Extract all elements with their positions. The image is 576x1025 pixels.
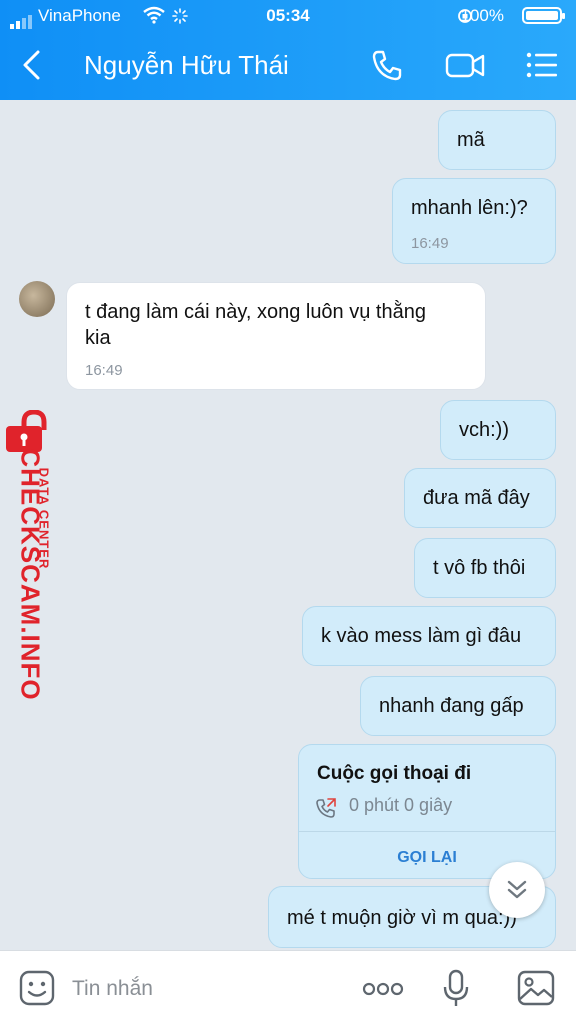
phone-call-button[interactable] (370, 48, 404, 82)
message-bubble[interactable]: đưa mã đây (404, 468, 556, 528)
message-list[interactable]: mã mhanh lên:)? 16:49 t đang làm cái này… (0, 100, 576, 950)
message-bubble[interactable]: vch:)) (440, 400, 556, 460)
microphone-button[interactable] (442, 969, 470, 1009)
battery-icon (522, 7, 565, 24)
avatar[interactable] (19, 281, 55, 317)
menu-list-button[interactable] (524, 48, 560, 82)
battery-percent: 100% (460, 6, 504, 25)
message-time: 16:49 (85, 362, 123, 379)
divider (299, 831, 555, 832)
image-gallery-button[interactable] (516, 969, 556, 1007)
status-bar: VinaPhone 05:34 100% (0, 0, 576, 32)
contact-name[interactable]: Nguyễn Hữu Thái (84, 50, 289, 81)
message-bubble[interactable]: nhanh đang gấp (360, 676, 556, 736)
call-card[interactable]: Cuộc gọi thoại đi 0 phút 0 giây GỌI LẠI (298, 744, 556, 879)
composer-bar: Tin nhắn (0, 950, 576, 1025)
watermark: CHECKSCAM.INFO DATA CENTER (2, 410, 72, 700)
call-title: Cuộc gọi thoại đi (317, 763, 472, 784)
more-options-button[interactable] (362, 981, 404, 997)
watermark-subtitle: DATA CENTER (36, 467, 52, 569)
message-bubble[interactable]: k vào mess làm gì đâu (302, 606, 556, 666)
outgoing-call-icon (316, 798, 336, 818)
message-bubble[interactable]: t vô fb thôi (414, 538, 556, 598)
video-call-button[interactable] (444, 48, 486, 82)
chevron-double-down-icon (507, 880, 527, 899)
message-input[interactable]: Tin nhắn (72, 977, 153, 1001)
scroll-to-bottom-button[interactable] (489, 862, 545, 918)
message-bubble[interactable]: mã (438, 110, 556, 170)
chat-header: VinaPhone 05:34 100% Nguyễn Hữu Thái (0, 0, 576, 100)
back-button[interactable] (18, 48, 46, 82)
message-time: 16:49 (411, 235, 449, 252)
sticker-emoji-button[interactable] (18, 969, 56, 1007)
call-duration: 0 phút 0 giây (349, 795, 453, 815)
message-bubble[interactable]: t đang làm cái này, xong luôn vụ thằng k… (66, 282, 486, 390)
message-bubble[interactable]: mhanh lên:)? 16:49 (392, 178, 556, 264)
